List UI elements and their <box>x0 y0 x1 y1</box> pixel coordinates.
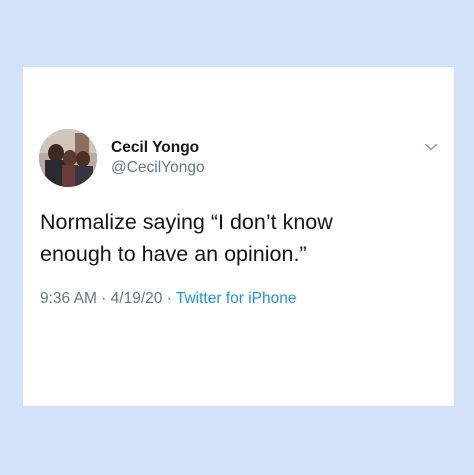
tweet-text: Normalize saying “I don’t know enough to… <box>40 206 440 270</box>
avatar[interactable] <box>39 129 97 187</box>
tweet-text-line: enough to have an opinion.” <box>40 242 307 266</box>
tweet-card: Cecil Yongo @CecilYongo Normalize saying… <box>23 67 454 406</box>
meta-separator: · <box>96 290 111 307</box>
meta-separator: · <box>162 290 176 307</box>
tweet-time[interactable]: 9:36 AM <box>40 290 97 307</box>
tweet-text-line: Normalize saying “I don’t know <box>40 210 333 234</box>
user-handle[interactable]: @CecilYongo <box>111 157 205 178</box>
chevron-down-icon[interactable] <box>424 142 438 152</box>
tweet-date[interactable]: 4/19/20 <box>111 290 163 307</box>
avatar-photo-icon <box>39 129 97 187</box>
tweet-source-link[interactable]: Twitter for iPhone <box>176 290 297 307</box>
author-names: Cecil Yongo @CecilYongo <box>111 138 205 178</box>
tweet-meta: 9:36 AM · 4/19/20 · Twitter for iPhone <box>40 290 296 308</box>
tweet-header: Cecil Yongo @CecilYongo <box>39 129 205 187</box>
display-name[interactable]: Cecil Yongo <box>111 138 205 157</box>
